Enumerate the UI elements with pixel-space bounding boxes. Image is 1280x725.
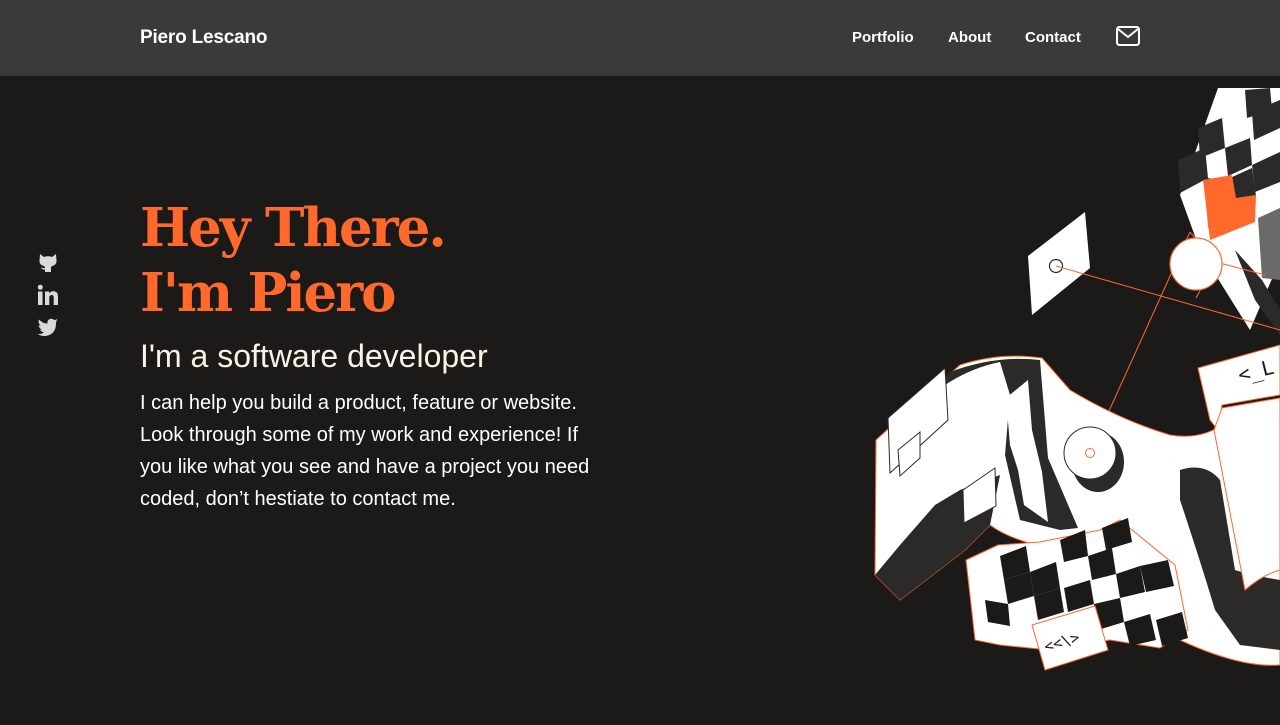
linkedin-link[interactable] [37, 284, 59, 306]
headline-line-name: I'm Piero [140, 262, 397, 324]
bio-line-1: I can help you build a product, feature … [140, 392, 577, 414]
isometric-code-illustration: <_L <<\> [874, 88, 1280, 671]
floating-diamond [1028, 212, 1090, 315]
bio-line-2: Look through some of my work and experie… [140, 424, 579, 446]
hero-illustration: <_L <<\> [860, 76, 1280, 725]
headline-line-greeting: Hey There. [140, 197, 447, 259]
mail-icon [1116, 26, 1140, 46]
checker-column-top [1178, 88, 1280, 335]
site-header: Piero Lescano Portfolio About Contact [0, 0, 1280, 76]
github-icon [39, 254, 57, 272]
twitter-icon [37, 318, 58, 337]
bio-line-3: you like what you see and have a project… [140, 456, 590, 478]
hero-headline: Hey There. I'm Piero [140, 196, 447, 326]
nav-contact[interactable]: Contact [1025, 29, 1081, 46]
linkedin-icon [37, 284, 58, 305]
nav-about[interactable]: About [948, 29, 991, 46]
mail-button[interactable] [1116, 26, 1140, 46]
nav-portfolio[interactable]: Portfolio [852, 29, 914, 46]
hero-subtitle: I'm a software developer [140, 338, 488, 374]
twitter-link[interactable] [37, 317, 59, 339]
hero-bio: I can help you build a product, feature … [140, 387, 630, 515]
brand-logo[interactable]: Piero Lescano [140, 27, 267, 49]
bio-line-4: coded, don’t hestiate to contact me. [140, 488, 456, 510]
hub-node-top [1169, 237, 1223, 291]
github-link[interactable] [37, 251, 59, 273]
